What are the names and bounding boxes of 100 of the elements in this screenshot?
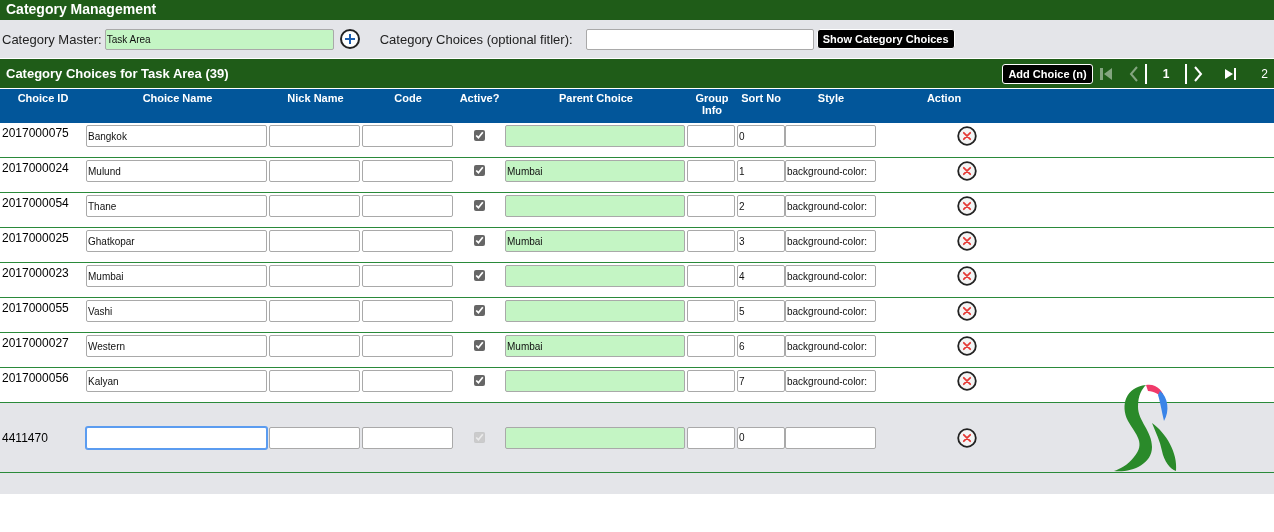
- delete-icon[interactable]: [957, 266, 977, 286]
- code-field[interactable]: [362, 300, 453, 322]
- style-field[interactable]: background-color:: [785, 230, 876, 252]
- parent-choice-field[interactable]: [505, 426, 685, 449]
- choice-id: 4411470: [1, 430, 49, 445]
- column-header: Style: [816, 91, 846, 106]
- delete-icon[interactable]: [957, 371, 977, 391]
- sort-no-field[interactable]: 4: [737, 265, 785, 287]
- delete-icon[interactable]: [957, 301, 977, 321]
- delete-icon[interactable]: [957, 161, 977, 181]
- delete-icon[interactable]: [957, 126, 977, 146]
- active-checkbox[interactable]: [474, 340, 485, 351]
- nick-name-field[interactable]: [269, 160, 360, 182]
- parent-choice-field[interactable]: Mumbai: [505, 160, 685, 182]
- choice-id: 2017000055: [1, 300, 70, 315]
- title-bar: Category Management: [0, 0, 1274, 20]
- category-master-field[interactable]: Task Area: [104, 28, 334, 50]
- current-page: 1: [1161, 66, 1171, 81]
- category-choices-field[interactable]: [585, 28, 814, 50]
- choice-name-field[interactable]: Ghatkopar: [86, 230, 267, 252]
- nick-name-field[interactable]: [269, 300, 360, 322]
- sort-no-field[interactable]: 7: [737, 370, 785, 392]
- nick-name-field[interactable]: [269, 265, 360, 287]
- nick-name-field[interactable]: [269, 335, 360, 357]
- nick-name-field[interactable]: [269, 370, 360, 392]
- group-info-field[interactable]: [687, 195, 735, 217]
- nick-name-field[interactable]: [269, 426, 360, 449]
- column-header: Parent Choice: [558, 91, 634, 106]
- active-checkbox[interactable]: [474, 375, 485, 386]
- style-field[interactable]: background-color:: [785, 335, 876, 357]
- style-field[interactable]: background-color:: [785, 300, 876, 322]
- active-checkbox[interactable]: [474, 200, 485, 211]
- parent-choice-field[interactable]: [505, 195, 685, 217]
- nick-name-field[interactable]: [269, 230, 360, 252]
- sort-no-field[interactable]: 1: [737, 160, 785, 182]
- choice-id: 2017000056: [1, 370, 70, 385]
- code-field[interactable]: [362, 195, 453, 217]
- sort-no-field[interactable]: 0: [737, 125, 785, 147]
- show-category-choices-button[interactable]: Show Category Choices: [816, 29, 955, 49]
- next-page-icon[interactable]: [1193, 65, 1204, 82]
- code-field[interactable]: [362, 125, 453, 147]
- sort-no-field[interactable]: 6: [737, 335, 785, 357]
- delete-icon[interactable]: [957, 231, 977, 251]
- style-field[interactable]: background-color:: [785, 160, 876, 182]
- style-field[interactable]: background-color:: [785, 195, 876, 217]
- choice-id: 2017000023: [1, 265, 70, 280]
- parent-choice-field[interactable]: [505, 370, 685, 392]
- code-field[interactable]: [362, 265, 453, 287]
- active-checkbox[interactable]: [474, 235, 485, 246]
- choice-name-field[interactable]: Kalyan: [86, 370, 267, 392]
- choice-name-field[interactable]: Vashi: [86, 300, 267, 322]
- sort-no-field[interactable]: 3: [737, 230, 785, 252]
- code-field[interactable]: [362, 370, 453, 392]
- sort-no-field[interactable]: 5: [737, 300, 785, 322]
- style-field[interactable]: background-color:: [785, 265, 876, 287]
- active-checkbox[interactable]: [474, 130, 485, 141]
- sort-no-field[interactable]: 0: [737, 426, 785, 449]
- add-choice-button[interactable]: Add Choice (n): [1002, 63, 1093, 84]
- group-info-field[interactable]: [687, 265, 735, 287]
- nick-name-field[interactable]: [269, 125, 360, 147]
- code-field[interactable]: [362, 426, 453, 449]
- style-field[interactable]: background-color:: [785, 370, 876, 392]
- column-header: Choice ID: [16, 91, 70, 106]
- code-field[interactable]: [362, 335, 453, 357]
- parent-choice-field[interactable]: Mumbai: [505, 335, 685, 357]
- group-info-field[interactable]: [687, 300, 735, 322]
- group-info-field[interactable]: [687, 160, 735, 182]
- delete-icon[interactable]: [957, 196, 977, 216]
- last-page-icon[interactable]: [1225, 67, 1238, 80]
- parent-choice-field[interactable]: Mumbai: [505, 230, 685, 252]
- sort-no-field[interactable]: 2: [737, 195, 785, 217]
- active-checkbox[interactable]: [474, 270, 485, 281]
- last-page-number[interactable]: 2: [1261, 66, 1268, 81]
- choice-name-field[interactable]: [86, 426, 267, 449]
- add-icon[interactable]: [339, 29, 360, 49]
- code-field[interactable]: [362, 230, 453, 252]
- group-info-field[interactable]: [687, 125, 735, 147]
- parent-choice-field[interactable]: [505, 300, 685, 322]
- code-field[interactable]: [362, 160, 453, 182]
- column-header: Group Info: [694, 91, 730, 118]
- parent-choice-field[interactable]: [505, 265, 685, 287]
- parent-choice-field[interactable]: [505, 125, 685, 147]
- choice-name-field[interactable]: Mumbai: [86, 265, 267, 287]
- style-field[interactable]: [785, 125, 876, 147]
- group-info-field[interactable]: [687, 230, 735, 252]
- delete-icon[interactable]: [957, 427, 977, 448]
- active-checkbox[interactable]: [474, 165, 485, 176]
- active-checkbox[interactable]: [474, 305, 485, 316]
- nick-name-field[interactable]: [269, 195, 360, 217]
- column-header: Choice Name: [141, 91, 214, 106]
- choice-name-field[interactable]: Thane: [86, 195, 267, 217]
- style-field[interactable]: [785, 426, 876, 449]
- delete-icon[interactable]: [957, 336, 977, 356]
- column-header: Action: [925, 91, 963, 106]
- choice-name-field[interactable]: Mulund: [86, 160, 267, 182]
- choice-name-field[interactable]: Western: [86, 335, 267, 357]
- choice-name-field[interactable]: Bangkok: [86, 125, 267, 147]
- group-info-field[interactable]: [687, 370, 735, 392]
- group-info-field[interactable]: [687, 426, 735, 449]
- group-info-field[interactable]: [687, 335, 735, 357]
